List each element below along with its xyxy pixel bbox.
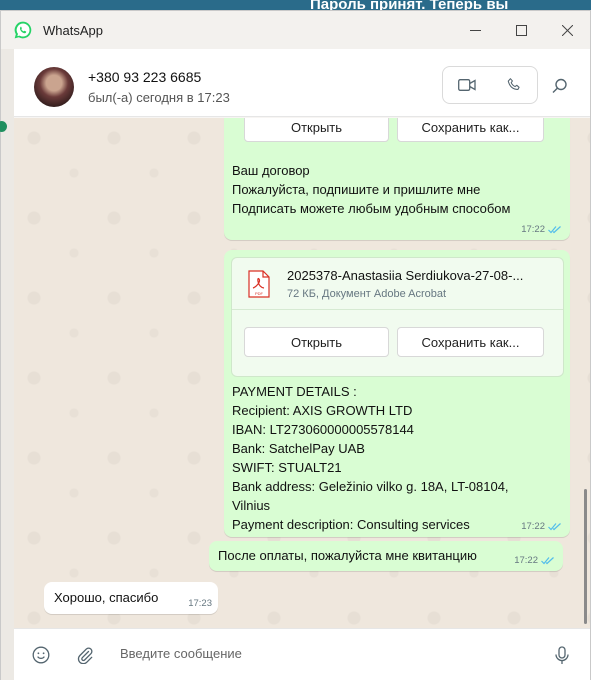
- message-time: 17:22: [521, 224, 545, 235]
- whatsapp-logo-icon: [14, 21, 32, 39]
- pdf-label: PDF: [255, 291, 264, 296]
- chat-scrollbar[interactable]: [584, 489, 587, 624]
- video-call-button[interactable]: [443, 67, 490, 103]
- open-document-button[interactable]: Открыть: [244, 118, 389, 142]
- close-icon: [561, 24, 573, 36]
- document-header: PDF 2025378-Anastasiia Serdiukova-27-08-…: [232, 258, 563, 310]
- microphone-icon: [555, 645, 569, 664]
- window-controls: [452, 11, 590, 49]
- document-file-info: 72 КБ, Документ Adobe Acrobat: [287, 288, 447, 300]
- message-line: Payment description: Consulting services: [232, 517, 470, 532]
- message-line: Bank: SatchelPay UAB: [232, 441, 365, 456]
- contact-name[interactable]: +380 93 223 6685: [88, 69, 201, 85]
- message-line: Подписать можете любым удобным способом: [232, 201, 511, 216]
- maximize-icon: [515, 24, 527, 36]
- minimize-button[interactable]: [452, 11, 498, 49]
- message-text: После оплаты, пожалуйста мне квитанцию: [218, 548, 477, 563]
- whatsapp-window: WhatsApp +380 93 223 6685 был(-а) сегодн…: [0, 10, 591, 680]
- message-line: Bank address: Geležinio vilko g. 18A, LT…: [232, 479, 509, 494]
- message-line: IBAN: LT273060000005578144: [232, 422, 414, 437]
- message-composer: [14, 628, 590, 680]
- minimize-icon: [469, 29, 481, 31]
- message-text: Ваш договор Пожалуйста, подпишите и приш…: [232, 161, 510, 218]
- unread-indicator: [0, 121, 7, 132]
- search-button[interactable]: [548, 74, 572, 98]
- read-receipt-icon: [541, 557, 554, 565]
- document-card[interactable]: PDF 2025378-Anastasiia Serdiukova-27-08-…: [231, 257, 564, 377]
- title-bar: WhatsApp: [1, 11, 590, 49]
- left-rail: [0, 49, 14, 680]
- message-meta: 17:22: [521, 521, 562, 532]
- message-line: Пожалуйста, подпишите и пришлите мне: [232, 182, 481, 197]
- message-input[interactable]: [120, 646, 540, 661]
- voice-message-button[interactable]: [551, 644, 573, 666]
- open-document-button[interactable]: Открыть: [244, 327, 389, 357]
- outgoing-message-receipt[interactable]: После оплаты, пожалуйста мне квитанцию 1…: [209, 541, 563, 571]
- app-title: WhatsApp: [43, 22, 103, 38]
- chat-messages[interactable]: Открыть Сохранить как... Ваш договор Пож…: [14, 118, 590, 628]
- read-receipt-icon: [548, 523, 561, 531]
- contact-avatar[interactable]: [34, 67, 74, 107]
- message-time: 17:22: [521, 521, 545, 532]
- read-receipt-icon: [548, 226, 561, 234]
- message-text: Хорошо, спасибо: [54, 590, 159, 605]
- incoming-message-reply[interactable]: Хорошо, спасибо 17:23: [44, 582, 218, 614]
- contact-last-seen: был(-а) сегодня в 17:23: [88, 90, 230, 105]
- outgoing-message-document[interactable]: PDF 2025378-Anastasiia Serdiukova-27-08-…: [224, 250, 570, 537]
- message-meta: 17:22: [521, 224, 562, 235]
- message-text: PAYMENT DETAILS : Recipient: AXIS GROWTH…: [232, 382, 509, 534]
- message-meta: 17:23: [188, 598, 212, 609]
- message-meta: 17:22: [514, 555, 555, 566]
- outgoing-message-contract[interactable]: Открыть Сохранить как... Ваш договор Пож…: [224, 118, 570, 240]
- voice-call-icon: [507, 78, 520, 90]
- voice-call-button[interactable]: [490, 67, 537, 103]
- pdf-file-icon: PDF: [248, 270, 270, 298]
- message-line: Ваш договор: [232, 163, 310, 178]
- attach-icon: [77, 647, 93, 664]
- chat-header: +380 93 223 6685 был(-а) сегодня в 17:23: [14, 49, 590, 117]
- call-buttons: [442, 66, 538, 104]
- message-time: 17:22: [514, 555, 538, 566]
- save-document-button[interactable]: Сохранить как...: [397, 327, 544, 357]
- document-actions: Открыть Сохранить как...: [244, 118, 544, 142]
- video-call-icon: [457, 79, 476, 91]
- save-document-button[interactable]: Сохранить как...: [397, 118, 544, 142]
- message-line: PAYMENT DETAILS :: [232, 384, 357, 399]
- message-line: Vilnius: [232, 498, 271, 513]
- search-icon: [552, 78, 567, 93]
- attach-button[interactable]: [74, 644, 96, 666]
- close-button[interactable]: [544, 11, 590, 49]
- message-line: Recipient: AXIS GROWTH LTD: [232, 403, 413, 418]
- document-file-name: 2025378-Anastasiia Serdiukova-27-08-...: [287, 268, 524, 283]
- maximize-button[interactable]: [498, 11, 544, 49]
- message-line: SWIFT: STUALT21: [232, 460, 342, 475]
- emoji-icon: [32, 646, 50, 664]
- message-time: 17:23: [188, 598, 212, 609]
- document-actions: Открыть Сохранить как...: [244, 327, 544, 357]
- emoji-button[interactable]: [30, 644, 52, 666]
